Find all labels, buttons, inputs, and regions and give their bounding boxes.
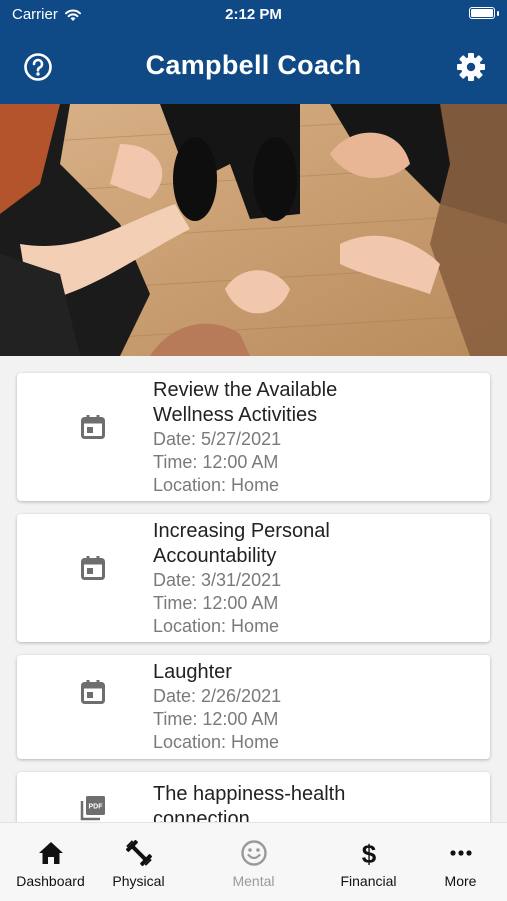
dumbbell-icon <box>125 839 152 867</box>
item-title: Wellness Activities <box>153 404 318 426</box>
gear-icon <box>457 53 485 81</box>
tab-label: Financial <box>340 873 397 889</box>
svg-text:PDF: PDF <box>89 804 104 811</box>
item-date: Date: 3/31/2021 <box>153 570 282 590</box>
battery-icon <box>469 7 495 19</box>
title-bar: Campbell Coach <box>0 30 507 104</box>
hero-image <box>0 104 507 356</box>
tab-physical[interactable]: Physical <box>88 823 189 901</box>
app-header: Carrier 2:12 PM Campbell Coach <box>0 0 507 104</box>
status-bar: Carrier 2:12 PM <box>0 0 507 30</box>
tab-financial[interactable]: $ Financial <box>318 823 419 901</box>
calendar-icon <box>81 680 105 704</box>
item-title: Review the Available <box>153 379 338 401</box>
smiley-icon <box>240 840 267 866</box>
tab-label: More <box>444 873 477 889</box>
settings-button[interactable] <box>455 51 487 83</box>
list-item[interactable]: Laughter Date: 2/26/2021 Time: 12:00 AM … <box>17 655 490 759</box>
item-time: Time: 12:00 AM <box>153 709 279 729</box>
battery-tip <box>497 11 499 16</box>
more-icon <box>449 850 472 856</box>
item-title: The happiness-health <box>153 783 346 805</box>
list-item[interactable]: PDF The happiness-health connection <box>17 772 490 822</box>
item-location: Location: Home <box>153 616 280 636</box>
calendar-icon <box>81 556 105 580</box>
item-title: Laughter <box>153 661 232 683</box>
calendar-icon <box>81 415 105 439</box>
dollar-icon: $ <box>361 839 376 867</box>
tab-label: Dashboard <box>16 873 85 889</box>
item-title: connection <box>153 808 250 822</box>
item-date: Date: 5/27/2021 <box>153 429 282 449</box>
tab-dashboard[interactable]: Dashboard <box>0 823 101 901</box>
page-title: Campbell Coach <box>145 50 362 80</box>
status-time: 2:12 PM <box>225 6 282 23</box>
item-location: Location: Home <box>153 732 280 752</box>
pdf-icon: PDF <box>80 796 105 821</box>
item-time: Time: 12:00 AM <box>153 593 279 613</box>
item-title: Increasing Personal <box>153 520 330 542</box>
item-location: Location: Home <box>153 475 280 495</box>
tab-label: Mental <box>232 873 275 889</box>
bottom-tab-bar: Dashboard Physical Mental $ Financial Mo… <box>0 822 507 901</box>
item-title: Accountability <box>153 545 277 567</box>
group-hands-photo <box>0 104 507 356</box>
list-item[interactable]: Increasing Personal Accountability Date:… <box>17 514 490 642</box>
tab-more[interactable]: More <box>410 823 507 901</box>
home-icon <box>38 842 63 864</box>
item-date: Date: 2/26/2021 <box>153 686 282 706</box>
svg-text:$: $ <box>361 839 376 867</box>
tab-label: Physical <box>112 873 165 889</box>
tab-mental[interactable]: Mental <box>203 823 304 901</box>
activity-list: Review the Available Wellness Activities… <box>0 356 507 822</box>
item-time: Time: 12:00 AM <box>153 452 279 472</box>
list-item[interactable]: Review the Available Wellness Activities… <box>17 373 490 501</box>
